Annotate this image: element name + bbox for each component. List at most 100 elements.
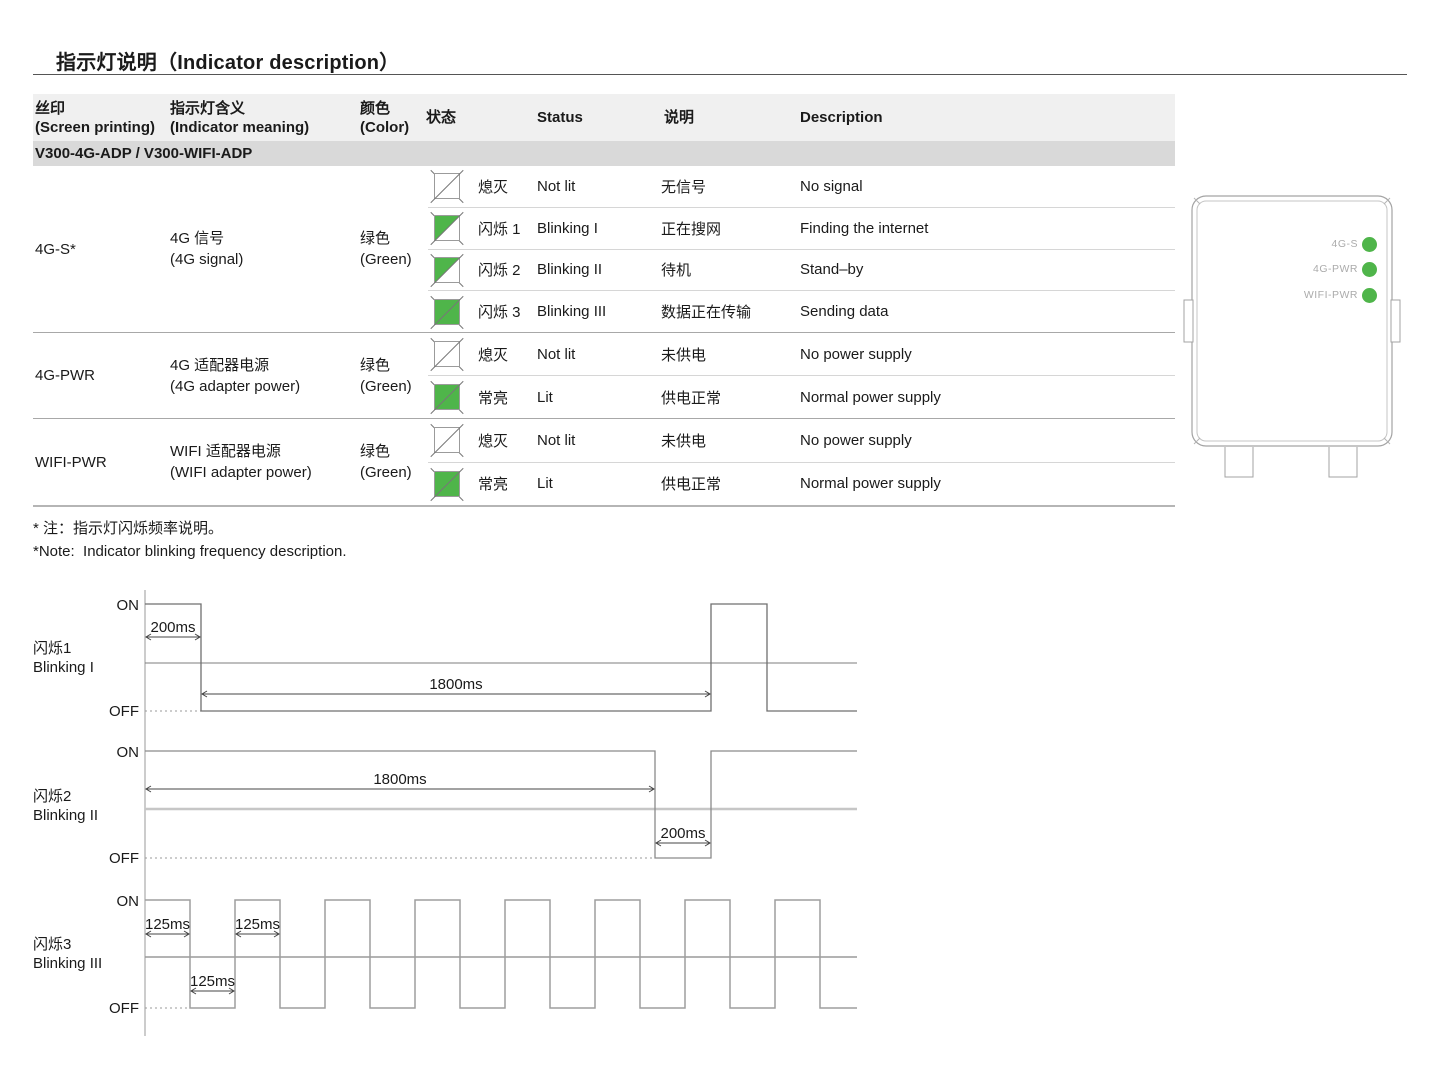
diagram1-label-zh: 闪烁1 bbox=[33, 639, 94, 658]
state-zh: 闪烁 3 bbox=[478, 301, 537, 322]
state-zh: 常亮 bbox=[478, 473, 537, 494]
desc-zh: 供电正常 bbox=[661, 387, 800, 408]
led-fill bbox=[434, 427, 460, 453]
svg-text:125ms: 125ms bbox=[190, 973, 235, 990]
table-group-4g-pwr: 4G-PWR 4G 适配器电源 (4G adapter power) 绿色 (G… bbox=[33, 332, 1175, 418]
diagram3-off-label: OFF bbox=[85, 1000, 139, 1017]
desc-en: Stand–by bbox=[800, 261, 1175, 278]
meaning-zh: 4G 信号 bbox=[170, 228, 360, 249]
led-off-icon bbox=[430, 423, 464, 457]
desc-zh: 无信号 bbox=[661, 176, 800, 197]
desc-zh: 正在搜网 bbox=[661, 218, 800, 239]
status-en: Lit bbox=[537, 389, 661, 406]
cell-meaning: WIFI 适配器电源 (WIFI adapter power) bbox=[170, 419, 360, 505]
led-off-icon bbox=[430, 337, 464, 371]
led-fill bbox=[434, 257, 460, 283]
diagram3-label: 闪烁3 Blinking III bbox=[33, 935, 102, 973]
desc-en: No power supply bbox=[800, 346, 1175, 363]
header-zh: 指示灯含义 bbox=[170, 99, 309, 118]
state-zh: 闪烁 1 bbox=[478, 218, 537, 239]
diagram2-off-label: OFF bbox=[85, 850, 139, 867]
title-divider bbox=[33, 74, 1407, 75]
table-row: 常亮 Lit 供电正常 Normal power supply bbox=[428, 375, 1175, 418]
table-row: 闪烁 3 Blinking III 数据正在传输 Sending data bbox=[428, 290, 1175, 332]
table-row: 闪烁 1 Blinking I 正在搜网 Finding the interne… bbox=[428, 207, 1175, 249]
svg-text:125ms: 125ms bbox=[235, 916, 280, 933]
led-blinking-icon bbox=[430, 253, 464, 287]
desc-zh: 未供电 bbox=[661, 344, 800, 365]
desc-en: Normal power supply bbox=[800, 475, 1175, 492]
state-zh: 熄灭 bbox=[478, 344, 537, 365]
screen-printing-text: 4G-PWR bbox=[35, 365, 170, 386]
page-title: 指示灯说明（Indicator description） bbox=[56, 46, 399, 75]
meaning-en: (4G adapter power) bbox=[170, 376, 360, 397]
table-group-wifi-pwr: WIFI-PWR WIFI 适配器电源 (WIFI adapter power)… bbox=[33, 418, 1175, 505]
diagram2-label: 闪烁2 Blinking II bbox=[33, 787, 98, 825]
device-led-label-wifi-pwr: WIFI-PWR bbox=[1268, 289, 1358, 301]
col-header-description: Description bbox=[800, 94, 883, 141]
desc-en: Normal power supply bbox=[800, 389, 1175, 406]
cell-screen-printing: 4G-S* bbox=[33, 166, 170, 332]
diagram1-label-en: Blinking I bbox=[33, 658, 94, 677]
diagram3-label-en: Blinking III bbox=[33, 954, 102, 973]
state-zh: 熄灭 bbox=[478, 430, 537, 451]
cell-screen-printing: 4G-PWR bbox=[33, 333, 170, 418]
desc-en: Sending data bbox=[800, 303, 1175, 320]
status-en: Lit bbox=[537, 475, 661, 492]
state-rows: 熄灭 Not lit 未供电 No power supply 常亮 Lit 供电… bbox=[428, 333, 1175, 418]
led-on-icon bbox=[430, 380, 464, 414]
header-en: (Indicator meaning) bbox=[170, 118, 309, 137]
diagram2-label-en: Blinking II bbox=[33, 806, 98, 825]
svg-text:200ms: 200ms bbox=[150, 619, 195, 636]
color-en: (Green) bbox=[360, 376, 428, 397]
diagram1-off-label: OFF bbox=[85, 703, 139, 720]
desc-en: No signal bbox=[800, 178, 1175, 195]
led-blinking-icon bbox=[430, 211, 464, 245]
led-off-icon bbox=[430, 169, 464, 203]
device-led-label-4g-s: 4G-S bbox=[1268, 238, 1358, 250]
indicator-table: 丝印 (Screen printing) 指示灯含义 (Indicator me… bbox=[33, 94, 1175, 507]
cell-meaning: 4G 适配器电源 (4G adapter power) bbox=[170, 333, 360, 418]
diagram2-label-zh: 闪烁2 bbox=[33, 787, 98, 806]
diagram1-label: 闪烁1 Blinking I bbox=[33, 639, 94, 677]
col-header-meaning: 指示灯含义 (Indicator meaning) bbox=[170, 94, 309, 141]
state-rows: 熄灭 Not lit 无信号 No signal 闪烁 1 Blinking I… bbox=[428, 166, 1175, 332]
led-fill bbox=[434, 384, 460, 410]
cell-color: 绿色 (Green) bbox=[360, 166, 428, 332]
color-zh: 绿色 bbox=[360, 355, 428, 376]
status-en: Blinking III bbox=[537, 303, 661, 320]
diagram3-on-label: ON bbox=[85, 893, 139, 910]
note-zh: * 注：指示灯闪烁频率说明。 bbox=[33, 517, 223, 538]
desc-zh: 未供电 bbox=[661, 430, 800, 451]
col-header-color: 颜色 (Color) bbox=[360, 94, 409, 141]
table-row: 熄灭 Not lit 无信号 No signal bbox=[428, 166, 1175, 207]
screen-printing-text: 4G-S* bbox=[35, 239, 170, 260]
cell-screen-printing: WIFI-PWR bbox=[33, 419, 170, 505]
state-zh: 常亮 bbox=[478, 387, 537, 408]
device-outline bbox=[1180, 190, 1410, 490]
cell-color: 绿色 (Green) bbox=[360, 419, 428, 505]
diagram3-label-zh: 闪烁3 bbox=[33, 935, 102, 954]
device-illustration: 4G-S 4G-PWR WIFI-PWR bbox=[1180, 190, 1410, 490]
table-section-row: V300-4G-ADP / V300-WIFI-ADP bbox=[33, 141, 1175, 166]
header-en: (Screen printing) bbox=[35, 118, 155, 137]
svg-text:200ms: 200ms bbox=[660, 825, 705, 842]
table-row: 熄灭 Not lit 未供电 No power supply bbox=[428, 333, 1175, 375]
color-en: (Green) bbox=[360, 249, 428, 270]
table-group-4g-s: 4G-S* 4G 信号 (4G signal) 绿色 (Green) 熄灭 No… bbox=[33, 166, 1175, 332]
led-fill bbox=[434, 341, 460, 367]
state-zh: 熄灭 bbox=[478, 176, 537, 197]
screen-printing-text: WIFI-PWR bbox=[35, 452, 170, 473]
led-fill bbox=[434, 471, 460, 497]
state-zh: 闪烁 2 bbox=[478, 259, 537, 280]
svg-text:1800ms: 1800ms bbox=[429, 676, 482, 693]
device-led-4g-s bbox=[1362, 237, 1377, 252]
svg-text:125ms: 125ms bbox=[145, 916, 190, 933]
desc-zh: 数据正在传输 bbox=[661, 301, 800, 322]
status-en: Blinking I bbox=[537, 220, 661, 237]
cell-meaning: 4G 信号 (4G signal) bbox=[170, 166, 360, 332]
cell-color: 绿色 (Green) bbox=[360, 333, 428, 418]
note-en: *Note: Indicator blinking frequency desc… bbox=[33, 543, 347, 560]
meaning-en: (4G signal) bbox=[170, 249, 360, 270]
svg-text:1800ms: 1800ms bbox=[373, 771, 426, 788]
